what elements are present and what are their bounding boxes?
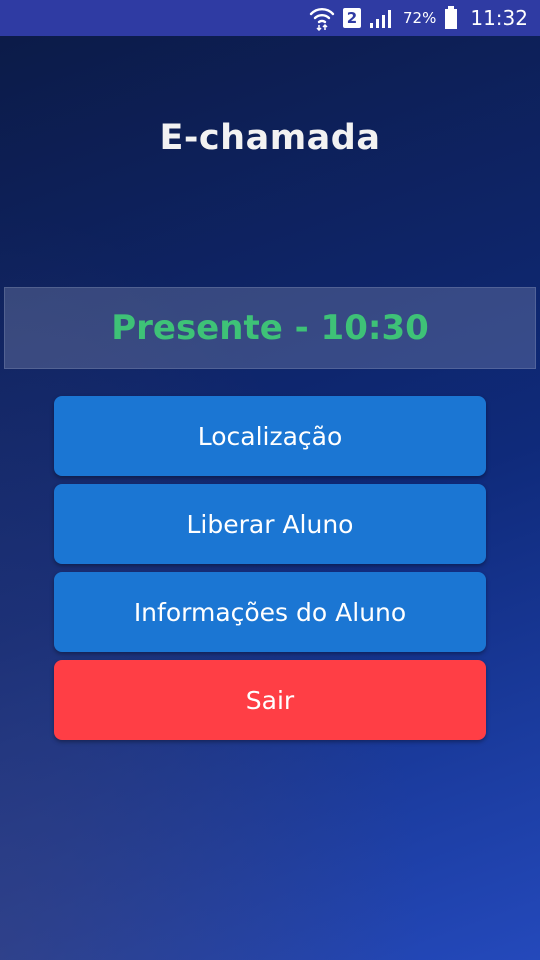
wifi-icon <box>309 5 335 31</box>
battery-icon <box>444 6 458 30</box>
release-student-button[interactable]: Liberar Aluno <box>54 484 486 564</box>
status-bar: 2 72% 11:32 <box>0 0 540 36</box>
sim-slot-badge: 2 <box>343 8 362 28</box>
student-info-button[interactable]: Informações do Aluno <box>54 572 486 652</box>
exit-button[interactable]: Sair <box>54 660 486 740</box>
status-bar-icons: 2 72% 11:32 <box>309 0 528 36</box>
attendance-status-panel: Presente - 10:30 <box>4 287 536 369</box>
attendance-status-text: Presente - 10:30 <box>111 308 429 348</box>
location-button[interactable]: Localização <box>54 396 486 476</box>
signal-icon <box>369 7 395 29</box>
app-title: E-chamada <box>159 118 381 158</box>
clock: 11:32 <box>470 6 528 30</box>
battery-percent: 72% <box>403 9 437 27</box>
